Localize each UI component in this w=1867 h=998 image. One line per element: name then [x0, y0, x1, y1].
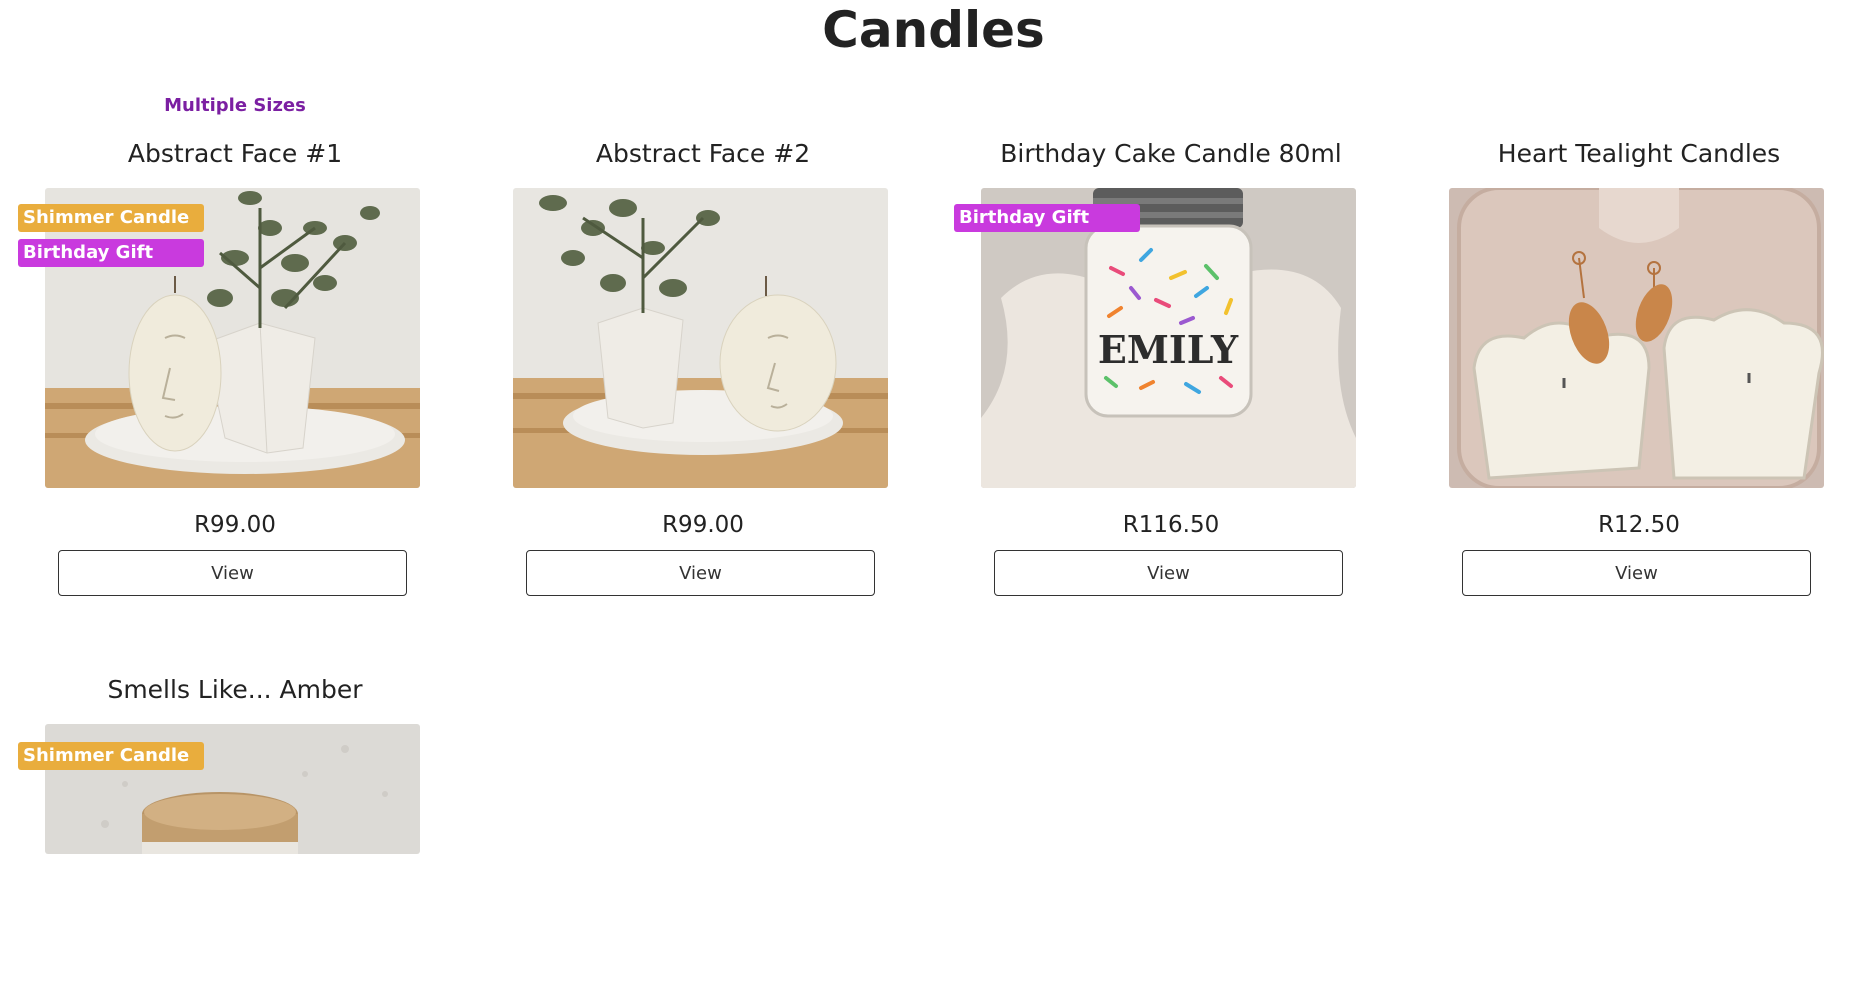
product-price: R99.00 — [194, 512, 276, 538]
product-image[interactable] — [1449, 188, 1824, 488]
product-price: R12.50 — [1598, 512, 1680, 538]
badge-shimmer-candle: Shimmer Candle — [18, 204, 204, 232]
product-card-abstract-face-1: Multiple Sizes Abstract Face #1 Shimmer … — [0, 0, 470, 596]
product-price: R116.50 — [1122, 512, 1220, 538]
badge-birthday-gift: Birthday Gift — [18, 239, 204, 267]
product-name[interactable]: Abstract Face #2 — [468, 138, 938, 170]
product-card-heart-tealight: Heart Tealight Candles R12.50 View — [1404, 0, 1867, 596]
product-name[interactable]: Smells Like... Amber — [0, 674, 470, 706]
view-button[interactable]: View — [526, 550, 875, 596]
product-name[interactable]: Heart Tealight Candles — [1404, 138, 1867, 170]
product-price: R99.00 — [662, 512, 744, 538]
product-badges: Shimmer Candle — [18, 742, 208, 777]
jar-label-text: EMILY — [1098, 327, 1239, 372]
product-name[interactable]: Birthday Cake Candle 80ml — [936, 138, 1406, 170]
badge-birthday-gift: Birthday Gift — [954, 204, 1140, 232]
product-name[interactable]: Abstract Face #1 — [0, 138, 470, 170]
product-card-birthday-cake-candle: Birthday Cake Candle 80ml EMILY Birthday… — [936, 0, 1406, 596]
product-badges: Shimmer Candle Birthday Gift — [18, 204, 208, 274]
product-card-smells-like-amber: Smells Like... Amber Shimmer Candle — [0, 538, 470, 998]
product-tagline: Multiple Sizes — [164, 95, 306, 116]
product-image[interactable] — [513, 188, 888, 488]
product-badges: Birthday Gift — [954, 204, 1144, 239]
badge-shimmer-candle: Shimmer Candle — [18, 742, 204, 770]
view-button[interactable]: View — [1462, 550, 1811, 596]
product-card-abstract-face-2: Abstract Face #2 R99.00 View — [468, 0, 938, 596]
view-button[interactable]: View — [994, 550, 1343, 596]
